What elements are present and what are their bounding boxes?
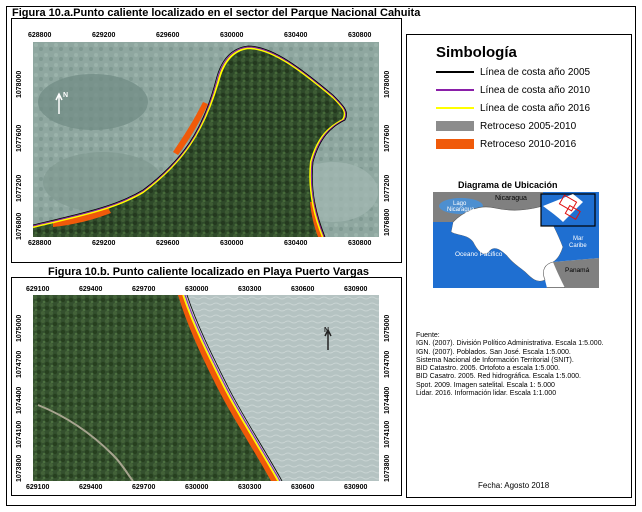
figure-b-x-tick-bottom: 630000 xyxy=(185,484,209,491)
figure-a-x-tick-bottom: 629600 xyxy=(156,240,180,247)
figure-a-y-tick-right: 1078000 xyxy=(384,70,391,98)
legend-line-2005-icon xyxy=(436,67,474,77)
sources-line: Spot. 2009. Imagen satelital. Escala 1: … xyxy=(416,381,555,389)
figure-b-y-tick-left: 1074100 xyxy=(16,420,23,448)
figure-b-y-tick-right: 1074100 xyxy=(384,420,391,448)
legend-item-coast-2016: Línea de costa año 2016 xyxy=(436,102,590,114)
legend-item-retreat-2010-2016: Retroceso 2010-2016 xyxy=(436,138,576,150)
figure-b-x-tick-top: 629100 xyxy=(26,286,50,293)
legend-item-coast-2005: Línea de costa año 2005 xyxy=(436,66,590,78)
figure-b-map: N xyxy=(33,295,379,481)
location-map: Lago Nicaragua Nicaragua Mar Caribe Oceano… xyxy=(433,192,599,288)
figure-a-x-tick-bottom: 630400 xyxy=(284,240,308,247)
figure-a-y-tick-right: 1076800 xyxy=(384,208,391,236)
sources-line: IGN. (2007). Poblados. San José. Escala … xyxy=(416,348,571,356)
figure-b-x-tick-bottom: 629400 xyxy=(79,484,103,491)
figure-b-y-tick-left: 1074700 xyxy=(16,350,23,378)
figure-b-x-tick-top: 629700 xyxy=(132,286,156,293)
figure-a-x-tick-bottom: 630000 xyxy=(220,240,244,247)
sources-line: BID Catastro. 2005. Ortofoto a escala 1:… xyxy=(416,365,560,373)
legend-fill-orange-icon xyxy=(436,139,474,149)
sources-line: BID Casatro. 2005. Red hidrográfica. Esc… xyxy=(416,373,581,381)
figure-b-x-tick-bottom: 630300 xyxy=(238,484,262,491)
figure-b-y-tick-right: 1075000 xyxy=(384,314,391,342)
legend-item-coast-2010: Línea de costa año 2010 xyxy=(436,84,590,96)
pacific-label: Oceano Pacifico xyxy=(455,251,503,258)
legend-line-2016-icon xyxy=(436,103,474,113)
figure-a-y-tick-left: 1076800 xyxy=(16,212,23,240)
figure-a-y-tick-left: 1077200 xyxy=(16,174,23,202)
legend-title: Simbología xyxy=(436,44,517,61)
figure-b-x-tick-top: 629400 xyxy=(79,286,103,293)
figure-a-x-tick-bottom: 629200 xyxy=(92,240,116,247)
sources-block: Fuente: IGN. (2007). División Político A… xyxy=(416,332,616,398)
figure-b-north-label: N xyxy=(324,327,329,334)
date-label: Fecha: Agosto 2018 xyxy=(478,481,550,490)
figure-b-y-tick-left: 1074400 xyxy=(16,386,23,414)
figure-b-y-tick-left: 1075000 xyxy=(16,314,23,342)
figure-a-x-tick-top: 628800 xyxy=(28,32,52,39)
figure-a-x-tick-bottom: 630800 xyxy=(348,240,372,247)
figure-a-y-tick-right: 1077600 xyxy=(384,124,391,152)
figure-b-x-tick-bottom: 629700 xyxy=(132,484,156,491)
sources-line: IGN. (2007). División Político Administr… xyxy=(416,340,604,348)
figure-b-x-tick-top: 630000 xyxy=(185,286,209,293)
figure-a-map: N xyxy=(33,42,379,237)
figure-b-x-tick-top: 630900 xyxy=(344,286,368,293)
figure-a-y-tick-right: 1077200 xyxy=(384,174,391,202)
figure-a-x-tick-bottom: 628800 xyxy=(28,240,52,247)
figure-b-y-tick-left: 1073800 xyxy=(16,454,23,482)
figure-a-x-tick-top: 630800 xyxy=(348,32,372,39)
figure-b-x-tick-top: 630600 xyxy=(291,286,315,293)
figure-b-y-tick-right: 1074400 xyxy=(384,386,391,414)
sources-line: Sistema Nacional de Información Territor… xyxy=(416,356,574,364)
panama-label: Panamá xyxy=(565,267,590,274)
legend-item-retreat-2005-2010: Retroceso 2005-2010 xyxy=(436,120,576,132)
figure-a-x-tick-top: 630000 xyxy=(220,32,244,39)
figure-a-y-tick-left: 1078000 xyxy=(16,70,23,98)
figure-a-x-tick-top: 629600 xyxy=(156,32,180,39)
figure-a-x-tick-top: 629200 xyxy=(92,32,116,39)
figure-b-x-tick-bottom: 630600 xyxy=(291,484,315,491)
location-map-title: Diagrama de Ubicación xyxy=(458,180,558,190)
legend-line-2010-icon xyxy=(436,85,474,95)
nicaragua-label: Nicaragua xyxy=(495,195,527,202)
sources-line: Lidar. 2016. Información lidar. Escala 1… xyxy=(416,390,557,398)
figure-a-north-label: N xyxy=(63,92,68,99)
figure-b-y-tick-right: 1074700 xyxy=(384,350,391,378)
figure-b-x-tick-top: 630300 xyxy=(238,286,262,293)
figure-a-x-tick-top: 630400 xyxy=(284,32,308,39)
figure-a-y-tick-left: 1077600 xyxy=(16,124,23,152)
legend-fill-grey-icon xyxy=(436,121,474,131)
figure-b-y-tick-right: 1073800 xyxy=(384,454,391,482)
figure-b-x-tick-bottom: 630900 xyxy=(344,484,368,491)
sources-line: Fuente: xyxy=(416,332,440,339)
figure-b-x-tick-bottom: 629100 xyxy=(26,484,50,491)
